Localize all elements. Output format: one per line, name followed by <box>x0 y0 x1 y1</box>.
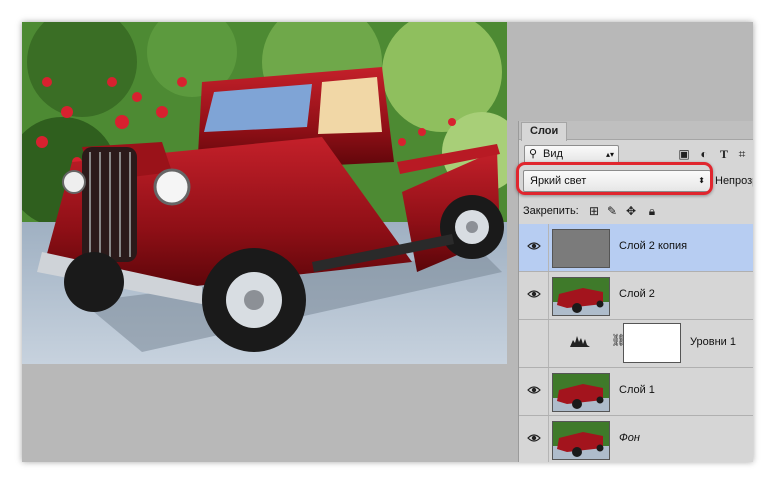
layer-row[interactable]: Фон <box>519 416 753 462</box>
car-thumbnail-image <box>553 374 609 411</box>
filter-kind-label: Вид <box>543 148 563 160</box>
layer-row[interactable]: Слой 1 <box>519 368 753 416</box>
lock-position-icon[interactable]: ✥ <box>624 203 638 219</box>
lock-row: Закрепить: ⊞ ✎ ✥ 🔒︎ <box>519 201 753 223</box>
lock-transparent-icon[interactable]: ⊞ <box>587 203 601 219</box>
layer-row[interactable]: Слой 2 <box>519 272 753 320</box>
divider <box>548 368 549 415</box>
divider <box>548 224 549 271</box>
lock-paint-icon[interactable]: ✎ <box>605 203 619 219</box>
eye-icon[interactable] <box>527 239 541 253</box>
divider <box>548 272 549 319</box>
eye-icon[interactable] <box>527 383 541 397</box>
filter-kind-select[interactable]: ⚲ Вид ▴▾ <box>524 145 619 164</box>
layer-row[interactable]: Слой 2 копия <box>519 224 753 272</box>
layer-name: Слой 2 копия <box>619 240 688 252</box>
levels-adjustment-icon <box>570 336 590 347</box>
layer-thumbnail <box>552 229 610 268</box>
car-thumbnail-image <box>553 422 609 459</box>
blend-mode-value: Яркий свет <box>530 175 587 187</box>
blend-mode-select[interactable]: Яркий свет ⬍ <box>523 170 711 192</box>
layer-name: Слой 1 <box>619 384 655 396</box>
eye-icon[interactable] <box>527 287 541 301</box>
layer-filter-row: ⚲ Вид ▴▾ ▣ ◐ T ⌗ <box>519 143 753 165</box>
search-icon: ⚲ <box>529 148 538 160</box>
updown-arrows-icon: ⬍ <box>698 176 705 185</box>
blend-mode-row: Яркий свет ⬍ Непрозр <box>516 162 753 197</box>
lock-label: Закрепить: <box>523 205 579 217</box>
type-filter-icon[interactable]: T <box>717 146 731 162</box>
layer-name: Слой 2 <box>619 288 655 300</box>
tab-layers[interactable]: Слои <box>521 122 568 141</box>
layer-list: Слой 2 копия Слой 2 ⛓ Уровни 1 Слой 1 Фо… <box>519 224 753 462</box>
layer-mask-thumbnail <box>623 323 681 363</box>
layers-panel: Слои ⚲ Вид ▴▾ ▣ ◐ T ⌗ Яркий свет ⬍ Непро… <box>516 121 753 462</box>
divider <box>548 320 549 367</box>
car-thumbnail-image <box>553 278 609 315</box>
link-icon[interactable]: ⛓ <box>611 333 626 351</box>
layer-thumbnail <box>552 421 610 460</box>
image-filter-icon[interactable]: ▣ <box>677 146 691 162</box>
layer-name: Уровни 1 <box>690 336 736 348</box>
photoshop-window: Слои ⚲ Вид ▴▾ ▣ ◐ T ⌗ Яркий свет ⬍ Непро… <box>22 22 753 462</box>
shape-filter-icon[interactable]: ⌗ <box>735 146 749 162</box>
lock-all-icon[interactable]: 🔒︎ <box>645 203 659 219</box>
eye-icon[interactable] <box>527 431 541 445</box>
divider <box>548 416 549 462</box>
layer-name: Фон <box>619 432 640 444</box>
adjustment-filter-icon[interactable]: ◐ <box>697 146 711 162</box>
opacity-label: Непрозр <box>715 175 753 187</box>
document-canvas[interactable] <box>22 22 507 364</box>
layer-row[interactable]: ⛓ Уровни 1 <box>519 320 753 368</box>
panel-tab-bar: Слои <box>519 121 753 141</box>
layer-thumbnail <box>552 277 610 316</box>
updown-arrows-icon: ▴▾ <box>605 150 614 159</box>
red-truck-photo <box>22 22 507 364</box>
layer-thumbnail <box>552 373 610 412</box>
